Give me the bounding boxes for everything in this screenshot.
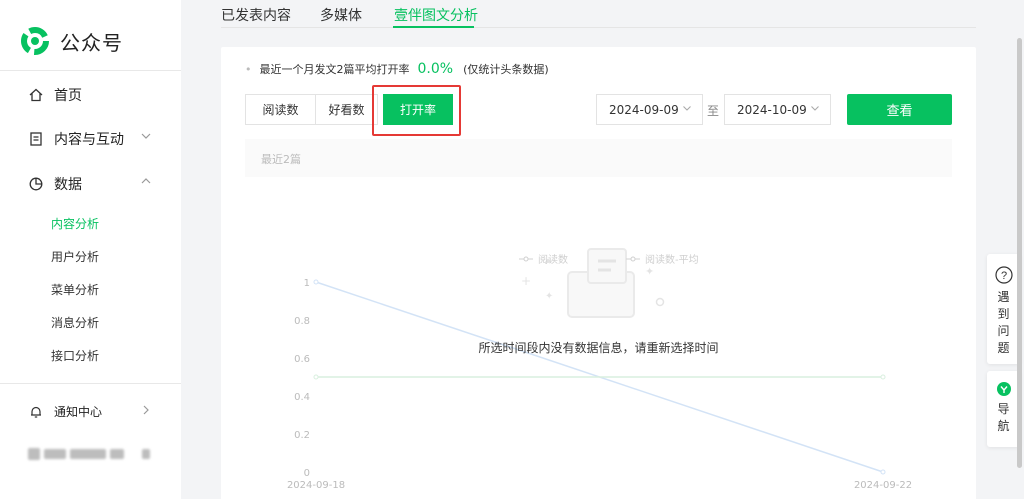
sidebar-item-notifications[interactable]: 通知中心 [28, 403, 102, 420]
sidebar-item-home[interactable]: 首页 [28, 85, 82, 105]
sidebar-subitem-menu-analysis[interactable]: 菜单分析 [51, 281, 99, 298]
nav-char: 导 [997, 402, 1010, 416]
chevron-down-icon[interactable] [140, 130, 152, 145]
segment-likes[interactable]: 好看数 [316, 94, 378, 125]
data-point [880, 374, 886, 380]
sidebar-divider [0, 70, 181, 71]
app-logo[interactable]: 公众号 [20, 26, 123, 56]
svg-text:✦: ✦ [645, 265, 654, 278]
legend-dot [523, 256, 529, 262]
segment-reads[interactable]: 阅读数 [245, 94, 316, 125]
help-char: 问 [997, 324, 1010, 338]
pie-chart-icon [28, 176, 44, 192]
x-tick-label: 2024-09-22 [854, 480, 912, 491]
sidebar: 公众号 首页 内容与互动 数据 内容分析 用户分析 菜单分析 消息分析 接口分析… [0, 0, 181, 499]
y-axis-ticks: 10.80.60.40.20 [294, 278, 310, 479]
tab-yiban-analysis[interactable]: 壹伴图文分析 [394, 5, 478, 25]
active-tab-indicator [393, 26, 474, 28]
end-date-picker[interactable]: 2024-10-09 [724, 94, 831, 125]
open-rate-summary: • 最近一个月发文2篇平均打开率 0.0% (仅统计头条数据) [245, 61, 549, 77]
chevron-down-icon [682, 103, 692, 116]
sidebar-item-data[interactable]: 数据 [28, 174, 82, 194]
sidebar-item-label: 数据 [54, 177, 82, 193]
tab-media[interactable]: 多媒体 [320, 5, 362, 25]
sidebar-subitem-content-analysis[interactable]: 内容分析 [51, 215, 99, 232]
empty-state-message: 所选时间段内没有数据信息，请重新选择时间 [478, 341, 719, 355]
chevron-down-icon [810, 103, 820, 116]
y-tick-label: 1 [304, 278, 310, 289]
sidebar-item-content-interaction[interactable]: 内容与互动 [28, 129, 124, 149]
y-tick-label: 0.4 [294, 392, 310, 403]
summary-value: 0.0% [417, 61, 454, 77]
logo-icon [20, 26, 50, 56]
chart-header: 最近2篇 [245, 139, 952, 177]
highlight-annotation [372, 85, 461, 136]
sidebar-subitem-user-analysis[interactable]: 用户分析 [51, 248, 99, 265]
start-date-value: 2024-09-09 [609, 102, 679, 117]
page-scrollbar[interactable] [1017, 38, 1022, 468]
help-char: 题 [997, 341, 1010, 355]
question-icon: ? [994, 266, 1013, 288]
nav-widget[interactable]: 导 航 [987, 371, 1020, 447]
bullet-icon: • [245, 63, 252, 76]
summary-note: (仅统计头条数据) [463, 63, 549, 76]
top-tabs: 已发表内容 多媒体 壹伴图文分析 [221, 0, 976, 28]
help-char: 遇 [997, 290, 1010, 304]
svg-text:+: + [521, 274, 531, 288]
x-tick-label: 2024-09-18 [287, 480, 345, 491]
date-range-separator: 至 [707, 104, 720, 118]
line-chart: 阅读数 阅读数-平均 + ✦ ✦ 10.80.60.40.20 2024-09-1… [287, 248, 912, 491]
sidebar-subitem-interface-analysis[interactable]: 接口分析 [51, 347, 99, 364]
help-widget[interactable]: ? 遇 到 问 题 [987, 254, 1020, 364]
help-char: 到 [997, 307, 1010, 321]
y-tick-label: 0.2 [294, 430, 310, 441]
bell-icon [28, 404, 44, 420]
analysis-card: • 最近一个月发文2篇平均打开率 0.0% (仅统计头条数据) 阅读数 好看数 … [221, 47, 976, 499]
tab-published-content[interactable]: 已发表内容 [221, 5, 291, 25]
sidebar-divider [0, 383, 181, 384]
svg-text:?: ? [1000, 270, 1006, 282]
y-tick-label: 0 [304, 468, 310, 479]
sidebar-item-label: 内容与互动 [54, 132, 124, 148]
y-tick-label: 0.8 [294, 316, 310, 327]
sidebar-subitem-message-analysis[interactable]: 消息分析 [51, 314, 99, 331]
summary-label: 最近一个月发文2篇平均打开率 [259, 63, 410, 76]
data-point [880, 469, 886, 475]
app-name: 公众号 [60, 30, 123, 55]
document-icon [28, 131, 44, 147]
data-point [313, 279, 319, 285]
sidebar-item-label: 首页 [54, 88, 82, 104]
home-icon [28, 87, 44, 103]
legend-label[interactable]: 阅读数 [538, 253, 568, 266]
data-point [313, 374, 319, 380]
end-date-value: 2024-10-09 [737, 102, 807, 117]
svg-text:✦: ✦ [545, 291, 553, 302]
nav-logo-icon [996, 381, 1011, 400]
start-date-picker[interactable]: 2024-09-09 [596, 94, 703, 125]
chevron-up-icon[interactable] [140, 175, 152, 190]
account-info-blurred[interactable] [28, 448, 150, 460]
nav-char: 航 [997, 419, 1010, 433]
x-axis-ticks: 2024-09-18 2024-09-22 [287, 480, 912, 491]
sidebar-item-label: 通知中心 [54, 405, 103, 419]
view-button[interactable]: 查看 [847, 94, 952, 125]
legend-dot [630, 256, 636, 262]
chevron-right-icon[interactable] [140, 404, 152, 419]
